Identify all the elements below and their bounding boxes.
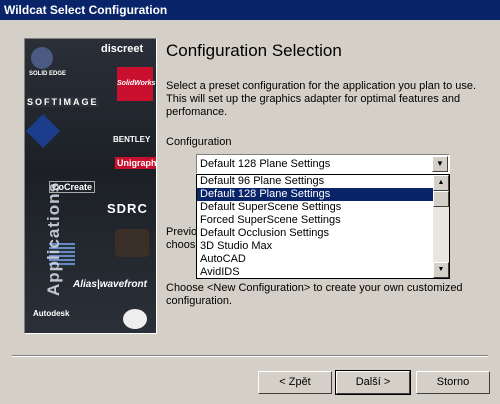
scroll-up-icon[interactable]: ▲ (433, 175, 449, 191)
scroll-down-icon[interactable]: ▼ (433, 262, 449, 278)
solidworks-logo: SolidWorks (117, 67, 155, 101)
scroll-thumb[interactable] (433, 191, 449, 207)
page-title: Configuration Selection (166, 41, 342, 60)
softimage-logo: SOFTIMAGE (27, 97, 99, 107)
autodesk-logo: Autodesk (33, 309, 70, 318)
sdrc-logo: SDRC (107, 201, 148, 216)
dropdown-item[interactable]: Default 128 Plane Settings (197, 188, 433, 201)
newtek-logo-icon (123, 309, 147, 329)
unigraphics-logo: Unigraphics (115, 157, 156, 169)
next-button[interactable]: Další > (335, 370, 411, 395)
rich-effects-logo-icon (115, 229, 149, 257)
title-bar: Wildcat Select Configuration (0, 0, 500, 20)
new-configuration-hint: Choose <New Configuration> to create you… (166, 282, 463, 307)
dropdown-item[interactable]: 3D Studio Max (197, 240, 433, 253)
dropdown-item[interactable]: Forced SuperScene Settings (197, 214, 433, 227)
obscured-text-line-2: choos (166, 239, 196, 251)
solid-edge-logo-text: SOLID EDGE (29, 71, 67, 77)
dropdown-scrollbar[interactable]: ▲ ▼ (433, 175, 449, 278)
dropdown-item[interactable]: Default SuperScene Settings (197, 201, 433, 214)
description-text: Select a preset configuration for the ap… (166, 80, 477, 118)
dropdown-item[interactable]: Default Occlusion Settings (197, 227, 433, 240)
dropdown-item[interactable]: AutoCAD (197, 253, 433, 266)
bentley-logo: BENTLEY (113, 135, 151, 144)
separator (12, 355, 488, 357)
banner-vertical-label: Applications (44, 182, 63, 297)
configuration-combobox[interactable]: Default 128 Plane Settings ▼ (196, 154, 450, 174)
dropdown-item[interactable]: AvidIDS (197, 266, 433, 278)
obscured-text-line-1: Previo (166, 226, 198, 238)
dropdown-arrow-icon[interactable]: ▼ (432, 156, 448, 172)
configuration-dropdown-list[interactable]: Default 96 Plane Settings Default 128 Pla… (196, 174, 450, 279)
cancel-button[interactable]: Storno (416, 371, 490, 394)
solid-edge-logo-icon (31, 47, 53, 69)
combobox-value: Default 128 Plane Settings (200, 158, 331, 170)
archinet-logo-icon (26, 114, 60, 148)
configuration-label: Configuration (166, 136, 232, 148)
applications-banner: SOLID EDGE discreet SolidWorks SOFTIMAGE… (24, 38, 157, 334)
dropdown-item[interactable]: Default 96 Plane Settings (197, 175, 433, 188)
window-title: Wildcat Select Configuration (4, 3, 168, 17)
alias-wavefront-logo: Alias|wavefront (73, 279, 147, 290)
discreet-logo: discreet (101, 43, 144, 55)
back-button[interactable]: < Zpět (258, 371, 332, 394)
